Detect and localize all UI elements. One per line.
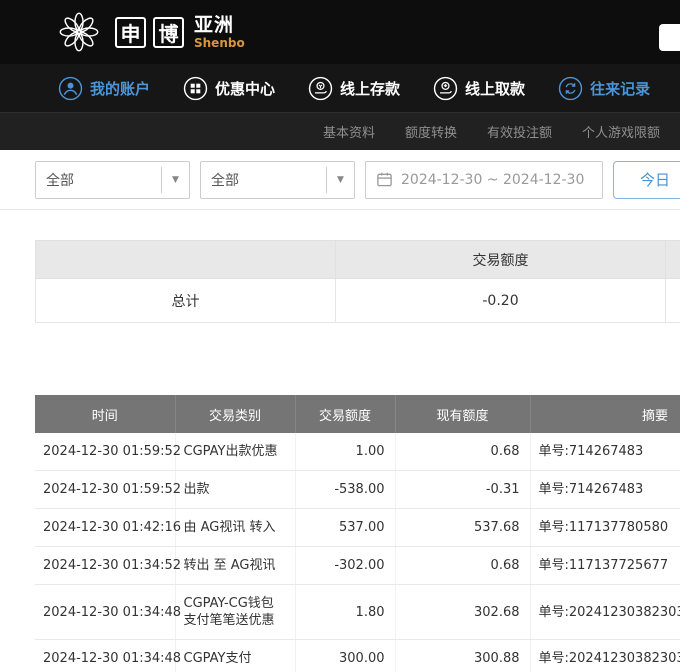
table-cell: 537.68 [395,509,530,547]
table-cell: 2024-12-30 01:42:16 [35,509,175,547]
filter-bar: 全部 ▼ 全部 ▼ 2024-12-30 ~ 2024-12-30 今日 [0,150,680,210]
table-cell: -538.00 [295,471,395,509]
table-cell: 1.00 [295,433,395,471]
flower-icon [56,9,102,55]
sub-nav: 基本资料 额度转换 有效投注额 个人游戏限额 [0,112,680,150]
table-row: 2024-12-30 01:59:52CGPAY出款优惠1.000.68单号:7… [35,433,680,471]
table-cell: CGPAY-CG钱包支付笔笔送优惠 [175,585,295,640]
subnav-item-basic-info[interactable]: 基本资料 [323,122,375,141]
filter-select-type[interactable]: 全部 ▼ [35,161,190,199]
records-icon [558,76,583,101]
table-cell: 1.80 [295,585,395,640]
table-row: 2024-12-30 01:34:48CGPAY支付300.00300.88单号… [35,640,680,672]
table-cell: 单号:117137725677 [530,547,680,585]
brand-logo[interactable]: 申 博 亚洲 Shenbo [56,9,245,55]
date-range-input[interactable]: 2024-12-30 ~ 2024-12-30 [365,161,603,199]
table-row: 2024-12-30 01:59:52出款-538.00-0.31单号:7142… [35,471,680,509]
subnav-item-game-limits[interactable]: 个人游戏限额 [582,122,660,141]
col-header-summary: 摘要 [530,395,680,433]
filter-select-type-value: 全部 [36,170,161,190]
nav-label: 优惠中心 [215,78,275,99]
top-header: 申 博 亚洲 Shenbo [0,0,680,64]
table-cell: 300.88 [395,640,530,672]
floating-widget[interactable] [659,24,680,51]
table-cell: 单号:714267483 [530,433,680,471]
withdraw-icon [433,76,458,101]
nav-label: 往来记录 [590,78,650,99]
table-cell: 300.00 [295,640,395,672]
table-row: 2024-12-30 01:42:16由 AG视讯 转入537.00537.68… [35,509,680,547]
table-cell: 2024-12-30 01:34:48 [35,585,175,640]
table-cell: 537.00 [295,509,395,547]
table-cell: 2024-12-30 01:59:52 [35,471,175,509]
summary-header-cut [666,241,680,279]
table-cell: CGPAY支付 [175,640,295,672]
nav-item-promotions[interactable]: 优惠中心 [183,76,275,101]
deposit-icon [308,76,333,101]
summary-total-label: 总计 [36,279,336,323]
chevron-down-icon: ▼ [326,167,354,193]
brand-suffix: 亚洲 [194,15,234,37]
table-cell: 2024-12-30 01:59:52 [35,433,175,471]
summary-table: 交易额度 总计 -0.20 [35,240,680,323]
nav-label: 我的账户 [90,78,150,99]
table-cell: -0.31 [395,471,530,509]
summary-header-row: 交易额度 [36,241,680,279]
filter-select-category[interactable]: 全部 ▼ [200,161,355,199]
col-header-amount: 交易额度 [295,395,395,433]
records-table: 时间 交易类别 交易额度 现有额度 摘要 2024-12-30 01:59:52… [35,395,680,672]
nav-item-transaction-records[interactable]: 往来记录 [558,76,650,101]
table-cell: 单号:714267483 [530,471,680,509]
table-row: 2024-12-30 01:34:48CGPAY-CG钱包支付笔笔送优惠1.80… [35,585,680,640]
summary-header-empty [36,241,336,279]
chevron-down-icon: ▼ [161,167,189,193]
table-cell: 0.68 [395,547,530,585]
table-cell: 2024-12-30 01:34:48 [35,640,175,672]
subnav-item-valid-bets[interactable]: 有效投注额 [487,122,552,141]
table-cell: 单号:2024123038230303 [530,640,680,672]
user-icon [58,76,83,101]
main-nav: 我的账户 优惠中心 线上存款 线上取款 往来记录 [0,64,680,112]
today-button[interactable]: 今日 [613,161,680,199]
summary-header-amount: 交易额度 [336,241,666,279]
col-header-type: 交易类别 [175,395,295,433]
table-row: 2024-12-30 01:34:52转出 至 AG视讯-302.000.68单… [35,547,680,585]
table-cell: 0.68 [395,433,530,471]
nav-label: 线上取款 [465,78,525,99]
nav-item-deposit[interactable]: 线上存款 [308,76,400,101]
table-cell: 转出 至 AG视讯 [175,547,295,585]
table-cell: 单号:117137780580 [530,509,680,547]
subnav-item-credit-transfer[interactable]: 额度转换 [405,122,457,141]
summary-total-value: -0.20 [336,279,666,323]
table-cell: 单号:2024123038230341 [530,585,680,640]
brand-char-2: 博 [153,17,184,48]
brand-char-1: 申 [115,17,146,48]
nav-item-my-account[interactable]: 我的账户 [58,76,150,101]
table-cell: -302.00 [295,547,395,585]
calendar-icon [376,171,393,188]
date-range-value: 2024-12-30 ~ 2024-12-30 [401,172,584,188]
records-section: 时间 交易类别 交易额度 现有额度 摘要 2024-12-30 01:59:52… [35,395,680,672]
nav-item-withdraw[interactable]: 线上取款 [433,76,525,101]
table-cell: 出款 [175,471,295,509]
col-header-balance: 现有额度 [395,395,530,433]
table-cell: 2024-12-30 01:34:52 [35,547,175,585]
table-cell: 由 AG视讯 转入 [175,509,295,547]
summary-row: 总计 -0.20 [36,279,680,323]
records-header-row: 时间 交易类别 交易额度 现有额度 摘要 [35,395,680,433]
col-header-time: 时间 [35,395,175,433]
nav-label: 线上存款 [340,78,400,99]
table-cell: CGPAY出款优惠 [175,433,295,471]
table-cell: 302.68 [395,585,530,640]
summary-section: 交易额度 总计 -0.20 [35,240,680,323]
brand-subtitle: Shenbo [194,37,245,49]
summary-cut-cell [666,279,680,323]
promo-icon [183,76,208,101]
filter-select-category-value: 全部 [201,170,326,190]
records-tbody: 2024-12-30 01:59:52CGPAY出款优惠1.000.68单号:7… [35,433,680,672]
